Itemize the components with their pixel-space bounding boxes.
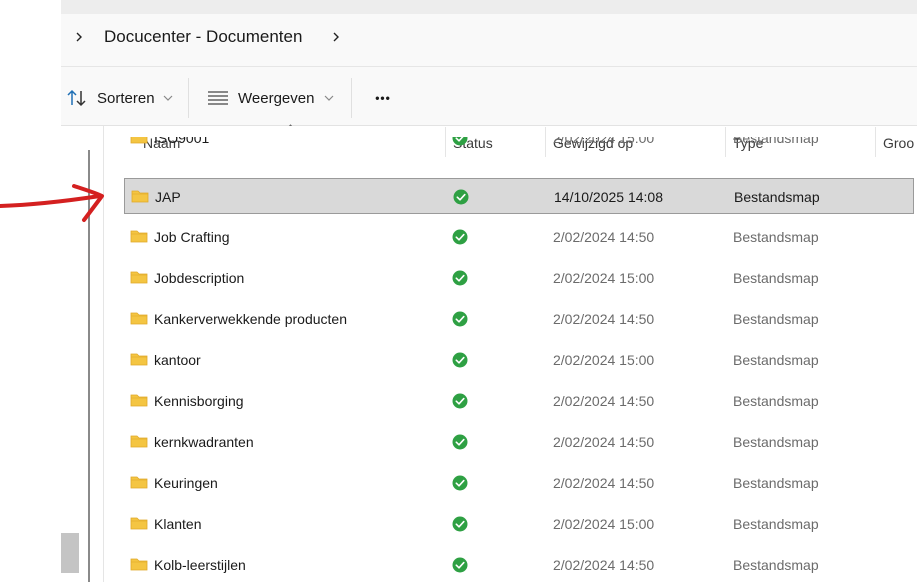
modified-date: 2/02/2024 15:00 [553, 137, 655, 146]
breadcrumb-current-folder[interactable]: Docucenter - Documenten [104, 27, 302, 47]
annotation-arrow [0, 184, 104, 222]
sync-check-icon [452, 557, 468, 573]
chevron-down-icon [325, 95, 334, 101]
folder-icon [130, 517, 148, 530]
modified-date: 2/02/2024 14:50 [553, 475, 655, 491]
list-view-icon [208, 91, 228, 105]
view-button[interactable]: Weergeven [207, 78, 334, 118]
modified-date: 2/02/2024 15:00 [553, 516, 655, 532]
file-row[interactable]: Jobdescription 2/02/2024 15:00 Bestandsmap [124, 260, 914, 296]
folder-icon [130, 476, 148, 489]
file-type: Bestandsmap [733, 311, 819, 327]
chevron-down-icon [163, 95, 172, 101]
file-name: Kennisborging [154, 393, 244, 409]
file-name: kernkwadranten [154, 434, 254, 450]
file-type: Bestandsmap [733, 393, 819, 409]
file-row[interactable]: Kankerverwekkende producten 2/02/2024 14:… [124, 301, 914, 337]
sync-check-icon [452, 137, 468, 146]
sync-check-icon [452, 270, 468, 286]
file-name: JAP [155, 189, 181, 205]
sync-check-icon [452, 475, 468, 491]
folder-icon [130, 230, 148, 243]
sort-button[interactable]: Sorteren [66, 78, 173, 118]
folder-icon [130, 312, 148, 325]
file-name: kantoor [154, 352, 201, 368]
file-name: Job Crafting [154, 229, 230, 245]
file-row[interactable]: ISO9001 2/02/2024 15:00 Bestandsmap [124, 137, 914, 157]
view-label: Weergeven [238, 89, 315, 107]
sync-check-icon [452, 311, 468, 327]
file-type: Bestandsmap [733, 270, 819, 286]
more-options-button[interactable]: ••• [370, 78, 396, 118]
chevron-right-icon[interactable] [331, 32, 341, 42]
file-type: Bestandsmap [733, 475, 819, 491]
sync-check-icon [452, 229, 468, 245]
sync-check-icon [452, 393, 468, 409]
modified-date: 2/02/2024 14:50 [553, 434, 655, 450]
navigation-scroll-thumb[interactable] [61, 533, 79, 573]
folder-icon [130, 394, 148, 407]
toolbar-divider [188, 78, 189, 118]
file-row[interactable]: Kennisborging 2/02/2024 14:50 Bestandsmap [124, 383, 914, 419]
title-bar-strip [61, 0, 917, 14]
sync-check-icon [452, 516, 468, 532]
file-row[interactable]: Kolb-leerstijlen 2/02/2024 14:50 Bestandsm… [124, 547, 914, 583]
folder-icon [131, 190, 149, 203]
modified-date: 2/02/2024 14:50 [553, 393, 655, 409]
modified-date: 14/10/2025 14:08 [554, 189, 663, 205]
file-name: Kolb-leerstijlen [154, 557, 246, 573]
file-type: Bestandsmap [734, 189, 820, 205]
modified-date: 2/02/2024 14:50 [553, 311, 655, 327]
folder-icon [130, 271, 148, 284]
more-options-icon: ••• [375, 91, 391, 105]
file-name: Jobdescription [154, 270, 245, 286]
folder-icon [130, 435, 148, 448]
file-type: Bestandsmap [733, 434, 819, 450]
file-row[interactable]: Klanten 2/02/2024 15:00 Bestandsmap [124, 506, 914, 542]
chevron-right-icon[interactable] [74, 32, 84, 42]
file-name: Keuringen [154, 475, 218, 491]
modified-date: 2/02/2024 15:00 [553, 352, 655, 368]
sync-check-icon [452, 352, 468, 368]
file-row[interactable]: kernkwadranten 2/02/2024 14:50 Bestandsmap [124, 424, 914, 460]
file-type: Bestandsmap [733, 516, 819, 532]
file-row[interactable]: JAP 14/10/2025 14:08 Bestandsmap [124, 178, 914, 214]
file-row[interactable]: Keuringen 2/02/2024 14:50 Bestandsmap [124, 465, 914, 501]
sync-check-icon [452, 434, 468, 450]
file-type: Bestandsmap [733, 229, 819, 245]
modified-date: 2/02/2024 14:50 [553, 229, 655, 245]
sync-check-icon [453, 189, 469, 205]
file-type: Bestandsmap [733, 352, 819, 368]
sort-arrows-icon [67, 89, 86, 107]
modified-date: 2/02/2024 15:00 [553, 270, 655, 286]
folder-icon [130, 558, 148, 571]
window-left-area [0, 0, 61, 582]
sort-label: Sorteren [97, 89, 155, 107]
file-type: Bestandsmap [733, 557, 819, 573]
file-row[interactable]: kantoor 2/02/2024 15:00 Bestandsmap [124, 342, 914, 378]
folder-icon [130, 353, 148, 366]
modified-date: 2/02/2024 14:50 [553, 557, 655, 573]
file-name: ISO9001 [154, 137, 210, 146]
file-type: Bestandsmap [733, 137, 819, 146]
file-name: Klanten [154, 516, 202, 532]
command-bar [61, 67, 917, 126]
file-row[interactable]: Job Crafting 2/02/2024 14:50 Bestandsmap [124, 219, 914, 255]
toolbar-divider [351, 78, 352, 118]
folder-icon [130, 137, 148, 144]
file-name: Kankerverwekkende producten [154, 311, 348, 327]
